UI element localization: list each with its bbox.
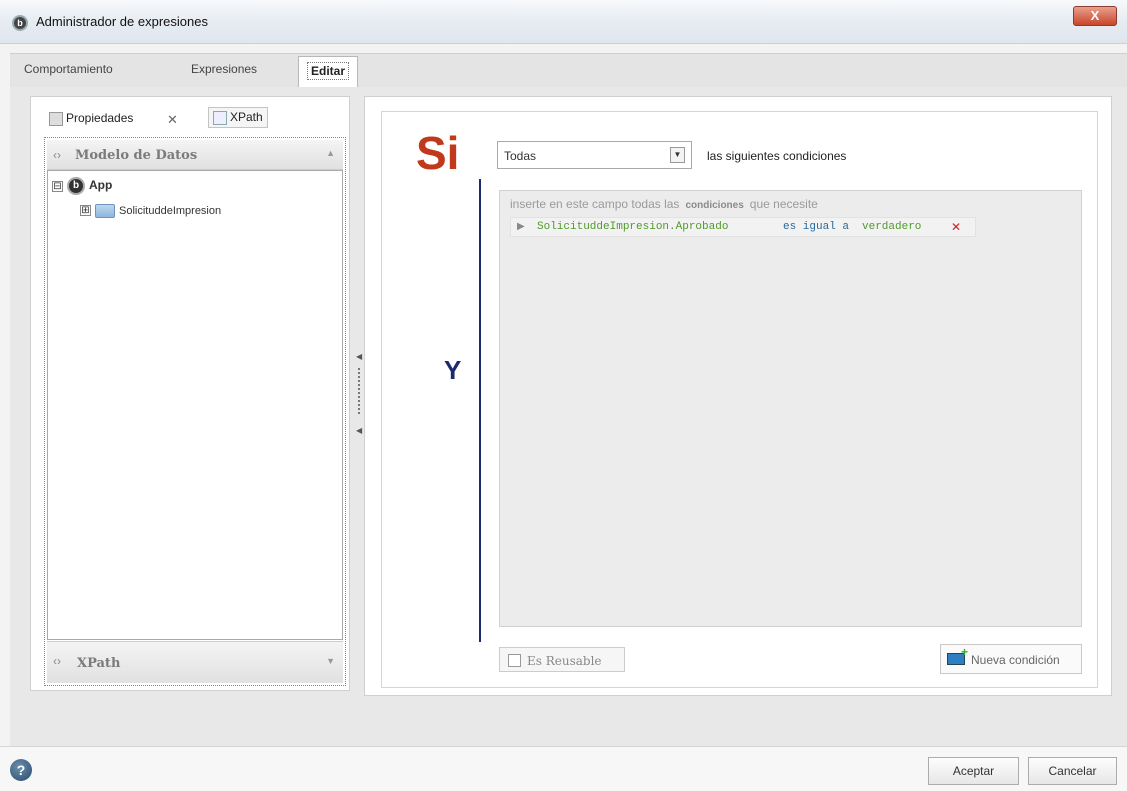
- condition-field[interactable]: SolicituddeImpresion.Aprobado: [537, 221, 728, 233]
- hint-keyword: condiciones: [685, 200, 744, 211]
- chevron-down-icon[interactable]: ▼: [670, 147, 685, 163]
- close-button[interactable]: X: [1073, 6, 1117, 26]
- tree-node-solicitud[interactable]: ⊞ SolicituddeImpresion: [80, 203, 221, 218]
- expression-editor-frame: Si Todas ▼ las siguientes condiciones Y …: [381, 111, 1098, 688]
- condition-operator[interactable]: es igual a: [783, 221, 849, 233]
- splitter-left-arrow-icon[interactable]: ◀: [356, 352, 362, 361]
- new-condition-label: Nueva condición: [971, 653, 1060, 667]
- expand-down-icon[interactable]: ▼: [326, 656, 335, 666]
- condition-value[interactable]: verdadero: [862, 221, 921, 233]
- hint-suffix: que necesite: [749, 197, 818, 211]
- xpath-icon: [213, 110, 227, 125]
- expand-icon[interactable]: ⊞: [80, 205, 91, 217]
- tree-node-app-label: App: [89, 178, 113, 193]
- data-model-tree: ⊟ b App ⊞ SolicituddeImpresion: [47, 170, 343, 640]
- condition-row[interactable]: ▶ SolicituddeImpresion.Aprobado es igual…: [510, 217, 976, 237]
- expression-editor-panel: Si Todas ▼ las siguientes condiciones Y …: [364, 96, 1112, 696]
- xpath-section-icon: ‹›: [53, 654, 61, 668]
- tab-xpath-label: XPath: [230, 110, 263, 124]
- tools-button[interactable]: ✕: [167, 111, 183, 127]
- tree-node-solicitud-label: SolicituddeImpresion: [119, 205, 222, 217]
- cancel-button[interactable]: Cancelar: [1028, 757, 1117, 785]
- play-icon[interactable]: ▶: [517, 221, 525, 232]
- splitter-left-arrow-icon[interactable]: ◀: [356, 426, 362, 435]
- reusable-checkbox[interactable]: Es Reusable: [499, 647, 625, 672]
- tab-expresiones[interactable]: Expresiones: [191, 62, 257, 76]
- panel-splitter[interactable]: ◀ ◀: [355, 350, 363, 440]
- help-icon[interactable]: ?: [10, 759, 32, 781]
- collapse-icon[interactable]: ⊟: [52, 180, 63, 192]
- conditions-area[interactable]: inserte en este campo todas las condicion…: [499, 190, 1082, 627]
- xpath-section-header[interactable]: ‹› XPath ▼: [47, 641, 343, 683]
- checkbox-box[interactable]: [508, 654, 521, 667]
- tab-propiedades-label: Propiedades: [66, 111, 134, 125]
- conditions-suffix-label: las siguientes condiciones: [707, 149, 847, 163]
- app-logo-icon: b: [12, 15, 28, 31]
- data-model-icon: ‹›: [53, 148, 61, 162]
- tab-bar: Comportamiento Expresiones Editar: [10, 53, 1127, 87]
- reusable-label: Es Reusable: [527, 654, 602, 668]
- hint-prefix: inserte en este campo todas las: [510, 197, 680, 211]
- conditions-hint: inserte en este campo todas las condicion…: [510, 197, 818, 211]
- new-condition-button[interactable]: Nueva condición: [940, 644, 1082, 674]
- splitter-grip[interactable]: [358, 368, 360, 414]
- si-label: Si: [416, 127, 460, 179]
- collapse-up-icon[interactable]: ▲: [326, 148, 335, 158]
- data-model-panel: ‹› Modelo de Datos ▲ ⊟ b App ⊞ SolicituddeI…: [44, 137, 346, 686]
- xpath-section-title: XPath: [77, 656, 121, 671]
- entity-icon: [95, 203, 115, 218]
- accept-button[interactable]: Aceptar: [928, 757, 1019, 785]
- tab-editar-label: Editar: [307, 62, 350, 80]
- tab-xpath[interactable]: XPath: [208, 107, 268, 128]
- window-title: Administrador de expresiones: [36, 14, 208, 29]
- data-model-title: Modelo de Datos: [75, 148, 198, 163]
- left-panel: Propiedades ✕ XPath ‹› Modelo de Datos ▲…: [30, 96, 350, 691]
- tree-node-app[interactable]: ⊟ b App: [52, 177, 112, 195]
- tab-propiedades[interactable]: Propiedades: [49, 111, 133, 126]
- dialog-footer: ? Aceptar Cancelar: [0, 746, 1127, 791]
- tools-icon: ✕: [167, 111, 178, 127]
- title-bar: b Administrador de expresiones X: [0, 0, 1127, 44]
- condition-bracket-line: [479, 179, 481, 642]
- data-model-header[interactable]: ‹› Modelo de Datos ▲: [47, 140, 343, 170]
- delete-icon[interactable]: ✕: [951, 220, 961, 234]
- tab-editar[interactable]: Editar: [298, 56, 359, 87]
- tab-comportamiento[interactable]: Comportamiento: [24, 62, 113, 76]
- app-node-icon: b: [67, 177, 85, 195]
- y-label: Y: [444, 355, 462, 385]
- properties-icon: [49, 111, 63, 126]
- add-condition-icon: [947, 645, 968, 665]
- match-mode-select[interactable]: Todas ▼: [497, 141, 692, 169]
- match-mode-value: Todas: [504, 149, 537, 163]
